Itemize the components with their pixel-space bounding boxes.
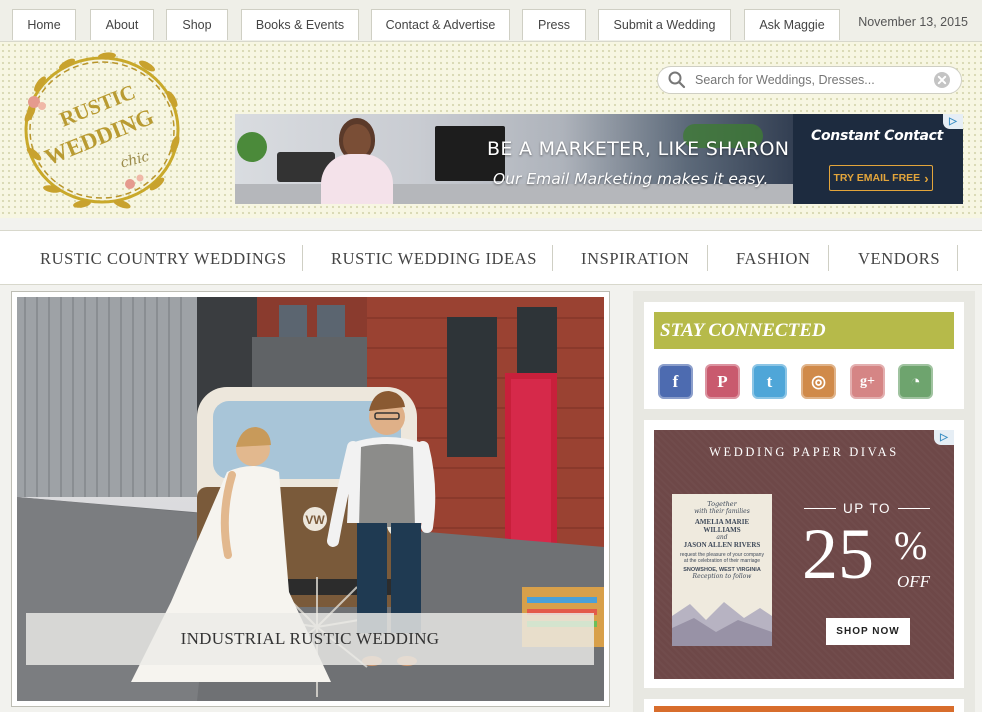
search-box [657,66,962,94]
card-line1: Together [707,500,737,508]
wpd-percent-sign: % [894,523,928,568]
card-name2: JASON ALLEN RIVERS [683,541,761,549]
tab-ask-maggie[interactable]: Ask Maggie [744,9,840,40]
wedding-paper-divas-ad[interactable]: ▷ WEDDING PAPER DIVAS Together with thei… [654,430,954,679]
tab-shop[interactable]: Shop [166,9,228,40]
top-navigation: Home About Shop Books & Events Contact &… [0,0,982,42]
featured-post[interactable]: VW INDUSTRIAL RUSTIC WEDDING [11,291,610,707]
svg-text:VW: VW [305,513,325,527]
card-line2: with their families [694,508,750,515]
tab-contact-advertise[interactable]: Contact & Advertise [371,9,510,40]
card-line4: at the celebration of their marriage [683,558,761,564]
nav-divider [957,245,958,271]
ad-choices-icon[interactable]: ▷ [934,430,954,445]
nav-inspiration[interactable]: INSPIRATION [581,249,689,269]
plant-left-image [237,132,267,162]
twitter-icon[interactable]: t [752,364,787,399]
chevron-right-icon: › [924,170,929,186]
nav-divider [302,245,303,271]
search-input[interactable] [695,73,925,87]
wpd-percent: 25 [802,514,874,594]
featured-post-caption[interactable]: INDUSTRIAL RUSTIC WEDDING [26,613,594,665]
nav-rustic-country-weddings[interactable]: RUSTIC COUNTRY WEDDINGS [40,249,287,269]
nav-fashion[interactable]: FASHION [736,249,811,269]
card-and: and [716,534,728,541]
google-plus-icon[interactable]: g+ [850,364,885,399]
tab-submit-wedding[interactable]: Submit a Wedding [598,9,731,40]
stay-connected-widget: STAY CONNECTED f P t ◎ g+ ◔ [644,302,964,409]
wpd-discount: 25 [802,518,874,590]
next-ad-strip [654,706,954,712]
divider-line [804,508,836,509]
facebook-icon[interactable]: f [658,364,693,399]
wpd-off: OFF [897,572,931,591]
nav-rustic-wedding-ideas[interactable]: RUSTIC WEDDING IDEAS [331,249,537,269]
current-date: November 13, 2015 [858,15,968,29]
main-navigation: RUSTIC COUNTRY WEDDINGS RUSTIC WEDDING I… [0,230,982,285]
constant-contact-ad[interactable]: BE A MARKETER, LIKE SHARON Our Email Mar… [235,114,963,204]
search-icon[interactable] [667,70,687,90]
mountains-illustration [672,602,772,646]
ad-subline: Our Email Marketing makes it easy. [493,170,769,188]
logo-text-chic: chic [119,149,151,172]
sidebar: STAY CONNECTED f P t ◎ g+ ◔ ▷ WEDDING PA… [633,291,975,712]
featured-post-photo: VW INDUSTRIAL RUSTIC WEDDING [17,297,604,701]
ad-headline: BE A MARKETER, LIKE SHARON [487,138,790,160]
ad-choices-icon[interactable]: ▷ [943,114,963,129]
divider-line [898,508,930,509]
woman-photo [295,114,415,204]
tab-press[interactable]: Press [522,9,586,40]
nav-divider [828,245,829,271]
site-logo[interactable]: RUSTIC WEDDING chic [12,44,192,216]
ad-cta-label: TRY EMAIL FREE [833,172,921,184]
ad-brand: Constant Contact [811,128,944,144]
shop-now-button[interactable]: SHOP NOW [826,618,910,645]
nav-vendors[interactable]: VENDORS [858,249,940,269]
card-name1: AMELIA MARIE WILLIAMS [694,518,750,534]
stay-connected-heading: STAY CONNECTED [654,312,954,349]
tab-about[interactable]: About [90,9,154,40]
card-reception: Reception to follow [692,573,752,580]
tab-home[interactable]: Home [12,9,76,40]
wreath-logo-icon: RUSTIC WEDDING chic [24,52,180,209]
nav-divider [552,245,553,271]
instagram-icon[interactable]: ◎ [801,364,836,399]
pinterest-icon[interactable]: P [705,364,740,399]
ad-cta-button[interactable]: TRY EMAIL FREE › [829,165,933,191]
clear-search-icon[interactable] [933,71,951,89]
rss-icon[interactable]: ◔ [898,364,933,399]
nav-divider [707,245,708,271]
wedding-paper-divas-widget: ▷ WEDDING PAPER DIVAS Together with thei… [644,420,964,688]
wpd-brand: WEDDING PAPER DIVAS [709,445,899,459]
invitation-card: Together with their families AMELIA MARI… [672,494,772,646]
tab-books-events[interactable]: Books & Events [241,9,359,40]
